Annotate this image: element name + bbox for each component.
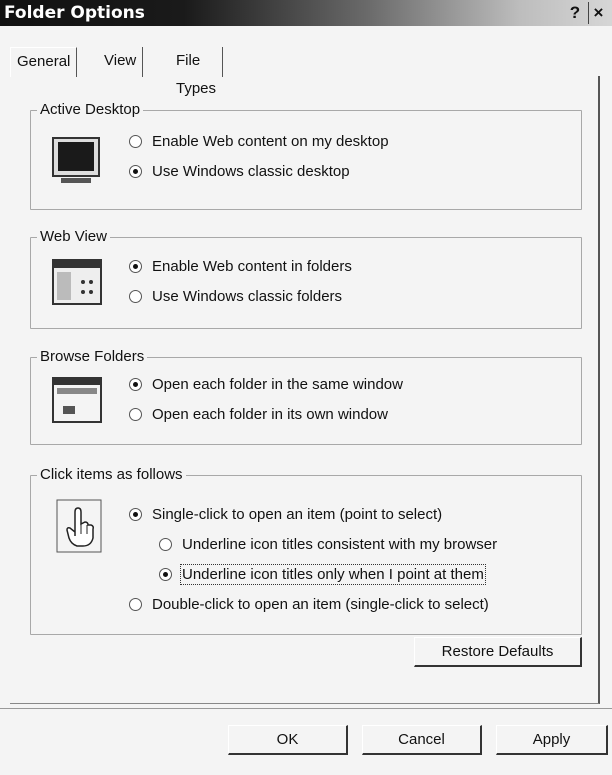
radio-button[interactable] bbox=[129, 408, 142, 421]
option-classic-desktop[interactable]: Use Windows classic desktop bbox=[129, 163, 350, 180]
radio-button-checked[interactable] bbox=[129, 378, 142, 391]
title-bar: Folder Options ? × bbox=[0, 0, 612, 26]
click-items-group: Click items as follows Single-click to o… bbox=[30, 466, 582, 635]
group-title: Click items as follows bbox=[37, 466, 186, 483]
radio-button[interactable] bbox=[159, 538, 172, 551]
tab-view[interactable]: View bbox=[98, 47, 144, 77]
radio-button-checked[interactable] bbox=[129, 508, 142, 521]
radio-button[interactable] bbox=[129, 598, 142, 611]
radio-button[interactable] bbox=[129, 135, 142, 148]
tab-file-types[interactable]: File Types bbox=[170, 47, 224, 97]
ok-button[interactable]: OK bbox=[228, 725, 348, 755]
window-title: Folder Options bbox=[4, 3, 145, 23]
group-title: Active Desktop bbox=[37, 101, 144, 118]
close-button[interactable]: × bbox=[588, 2, 608, 24]
divider bbox=[0, 708, 612, 709]
option-enable-web-folders[interactable]: Enable Web content in folders bbox=[129, 258, 352, 275]
help-button[interactable]: ? bbox=[566, 2, 584, 24]
restore-defaults-button[interactable]: Restore Defaults bbox=[414, 637, 582, 667]
option-own-window[interactable]: Open each folder in its own window bbox=[129, 406, 388, 423]
hand-pointer-icon bbox=[56, 499, 102, 553]
option-enable-web-desktop[interactable]: Enable Web content on my desktop bbox=[129, 133, 389, 150]
web-folder-icon bbox=[52, 259, 102, 305]
web-view-group: Web View Enable Web content in folders U… bbox=[30, 228, 582, 329]
option-single-click[interactable]: Single-click to open an item (point to s… bbox=[129, 506, 442, 523]
option-underline-point[interactable]: Underline icon titles only when I point … bbox=[159, 564, 486, 585]
option-same-window[interactable]: Open each folder in the same window bbox=[129, 376, 403, 393]
group-title: Web View bbox=[37, 228, 110, 245]
window-icon bbox=[52, 377, 102, 423]
radio-button-checked[interactable] bbox=[129, 165, 142, 178]
cancel-button[interactable]: Cancel bbox=[362, 725, 482, 755]
group-title: Browse Folders bbox=[37, 348, 148, 365]
radio-button[interactable] bbox=[129, 290, 142, 303]
option-double-click[interactable]: Double-click to open an item (single-cli… bbox=[129, 596, 489, 613]
radio-button-checked[interactable] bbox=[129, 260, 142, 273]
active-desktop-group: Active Desktop Enable Web content on my … bbox=[30, 101, 582, 210]
apply-button[interactable]: Apply bbox=[496, 725, 608, 755]
option-classic-folders[interactable]: Use Windows classic folders bbox=[129, 288, 342, 305]
monitor-icon bbox=[52, 137, 100, 183]
radio-button-checked[interactable] bbox=[159, 568, 172, 581]
tab-general[interactable]: General bbox=[10, 47, 78, 77]
option-underline-browser[interactable]: Underline icon titles consistent with my… bbox=[159, 536, 497, 553]
browse-folders-group: Browse Folders Open each folder in the s… bbox=[30, 348, 582, 445]
